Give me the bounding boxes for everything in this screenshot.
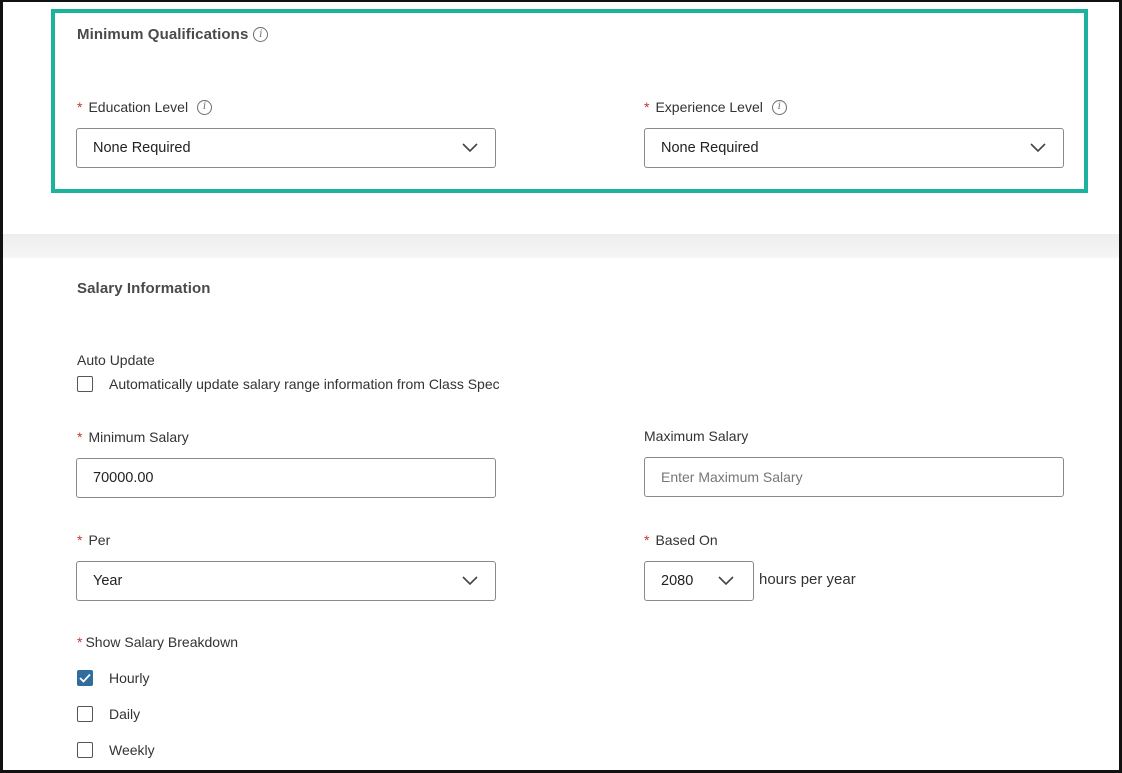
based-on-suffix: hours per year [759, 571, 856, 588]
based-on-label-row: * Based On [644, 532, 718, 548]
required-asterisk: * [644, 532, 650, 548]
per-label-row: * Per [77, 532, 110, 548]
checkmark-icon [79, 673, 91, 683]
experience-level-label: Experience Level [655, 99, 763, 115]
education-label-row: * Education Level i [77, 99, 213, 115]
info-icon[interactable]: i [253, 27, 269, 42]
section-title-min-qual: Minimum Qualifications [77, 26, 249, 43]
required-asterisk: * [77, 99, 83, 115]
chevron-down-icon [1029, 139, 1047, 157]
section-divider [3, 234, 1119, 258]
education-level-value: None Required [93, 140, 191, 156]
breakdown-daily-checkbox[interactable] [77, 706, 93, 722]
education-level-select[interactable]: None Required [76, 128, 496, 168]
auto-update-checkbox[interactable] [77, 376, 93, 392]
experience-label-row: * Experience Level i [644, 99, 787, 115]
breakdown-hourly-label[interactable]: Hourly [109, 670, 149, 686]
minimum-salary-label: Minimum Salary [88, 429, 189, 445]
education-level-label: Education Level [88, 99, 189, 115]
maximum-salary-field[interactable] [644, 457, 1064, 497]
required-asterisk: * [77, 634, 83, 650]
breakdown-weekly-checkbox[interactable] [77, 742, 93, 758]
chevron-down-icon [717, 572, 735, 590]
minimum-salary-label-row: * Minimum Salary [77, 429, 189, 445]
per-label: Per [88, 532, 111, 548]
required-asterisk: * [77, 532, 83, 548]
breakdown-label-row: * Show Salary Breakdown [77, 634, 238, 650]
breakdown-daily-label[interactable]: Daily [109, 706, 140, 722]
auto-update-checkbox-label[interactable]: Automatically update salary range inform… [109, 376, 500, 392]
min-qual-header: Minimum Qualifications i [77, 26, 269, 43]
based-on-select[interactable]: 2080 [644, 561, 754, 601]
section-title-salary: Salary Information [77, 280, 211, 297]
based-on-value: 2080 [661, 573, 694, 589]
maximum-salary-label: Maximum Salary [644, 428, 749, 444]
chevron-down-icon [461, 139, 479, 157]
required-asterisk: * [644, 99, 650, 115]
info-icon[interactable]: i [197, 99, 213, 115]
chevron-down-icon [461, 572, 479, 590]
per-value: Year [93, 573, 123, 589]
breakdown-hourly-checkbox[interactable] [77, 670, 93, 686]
breakdown-weekly-label[interactable]: Weekly [109, 742, 155, 758]
based-on-label: Based On [655, 532, 718, 548]
minimum-salary-field[interactable]: 70000.00 [76, 458, 496, 498]
experience-level-select[interactable]: None Required [644, 128, 1064, 168]
maximum-salary-input[interactable] [661, 469, 1063, 485]
minimum-salary-value: 70000.00 [93, 470, 154, 486]
auto-update-label: Auto Update [77, 352, 155, 368]
breakdown-label: Show Salary Breakdown [85, 634, 238, 650]
per-select[interactable]: Year [76, 561, 496, 601]
info-icon[interactable]: i [771, 99, 787, 115]
experience-level-value: None Required [661, 140, 759, 156]
required-asterisk: * [77, 429, 83, 445]
